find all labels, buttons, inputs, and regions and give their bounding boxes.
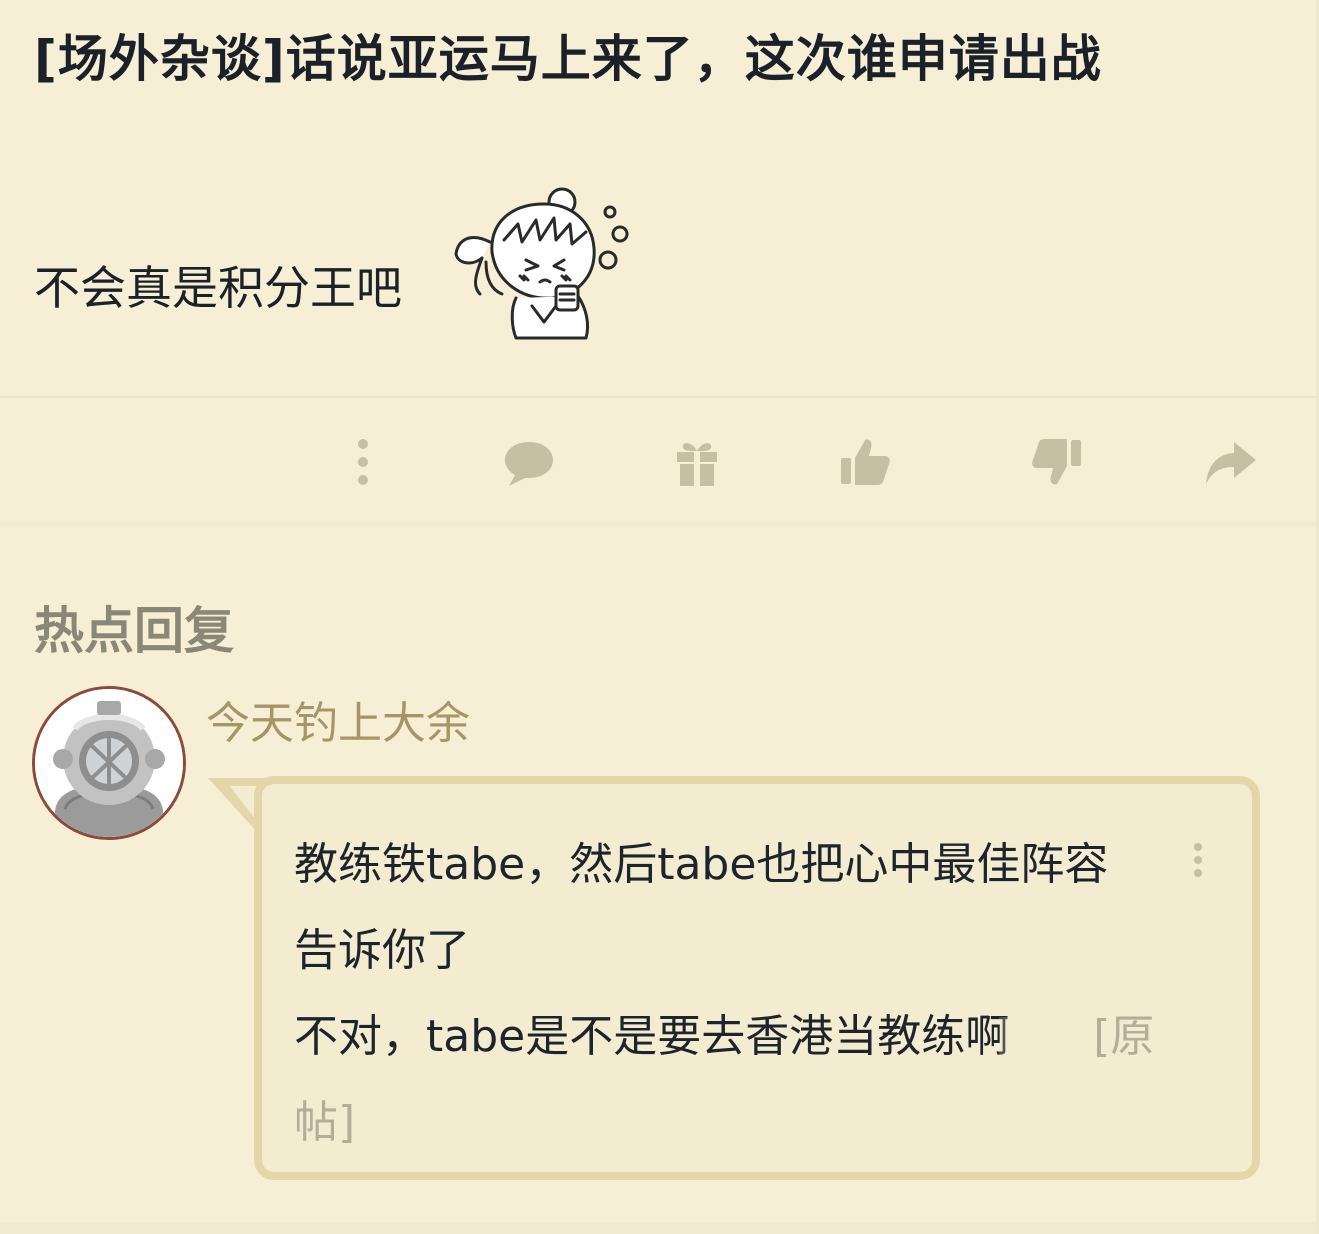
gift-button[interactable] — [669, 434, 725, 490]
text-fade — [999, 1017, 1080, 1061]
page: [场外杂谈]话说亚运马上来了，这次谁申请出战 不会真是积分王吧 热点回复 今天钓… — [0, 0, 1319, 1234]
hot-replies-heading: 热点回复 — [34, 602, 234, 660]
thumbs-down-icon — [1032, 439, 1081, 485]
original-post-link[interactable]: [原 — [1093, 1011, 1154, 1062]
vertical-dots-icon — [358, 439, 368, 485]
reply-text-line: 不对，tabe是不是要去香港当教练啊 [原 — [294, 994, 1244, 1080]
reply-username[interactable]: 今天钓上大余 — [206, 694, 470, 754]
bottom-divider — [0, 1222, 1319, 1234]
reply-more-icon[interactable] — [1192, 842, 1204, 878]
divider — [0, 522, 1316, 526]
speech-bubble-icon — [505, 442, 553, 486]
share-arrow-icon — [1206, 442, 1256, 484]
like-button[interactable] — [837, 434, 893, 490]
original-post-link[interactable]: 帖] — [294, 1080, 1244, 1166]
dislike-button[interactable] — [1029, 434, 1085, 490]
reply-text-line: 告诉你了 — [294, 925, 470, 976]
reply-content: 教练铁tabe，然后tabe也把心中最佳阵容 告诉你了 不对，tabe是不是要去… — [294, 822, 1244, 1166]
reply-bubble: 教练铁tabe，然后tabe也把心中最佳阵容 告诉你了 不对，tabe是不是要去… — [254, 776, 1260, 1180]
reply-text-line: 教练铁tabe，然后tabe也把心中最佳阵容 — [294, 839, 1109, 890]
share-button[interactable] — [1202, 434, 1258, 490]
avatar[interactable] — [32, 686, 186, 840]
sticker-image — [454, 187, 629, 340]
post-action-bar — [0, 398, 1316, 522]
diving-helmet-icon — [35, 689, 183, 837]
post-body: 不会真是积分王吧 — [34, 261, 402, 315]
gift-icon — [677, 443, 717, 486]
reply-button[interactable] — [501, 434, 557, 490]
more-actions-button[interactable] — [335, 434, 391, 490]
thumbs-up-icon — [841, 439, 890, 485]
reply-text-fragment: 不对，tabe是不是要去香港当教练啊 — [294, 1011, 1010, 1062]
post-title: [场外杂谈]话说亚运马上来了，这次谁申请出战 — [34, 30, 1102, 88]
